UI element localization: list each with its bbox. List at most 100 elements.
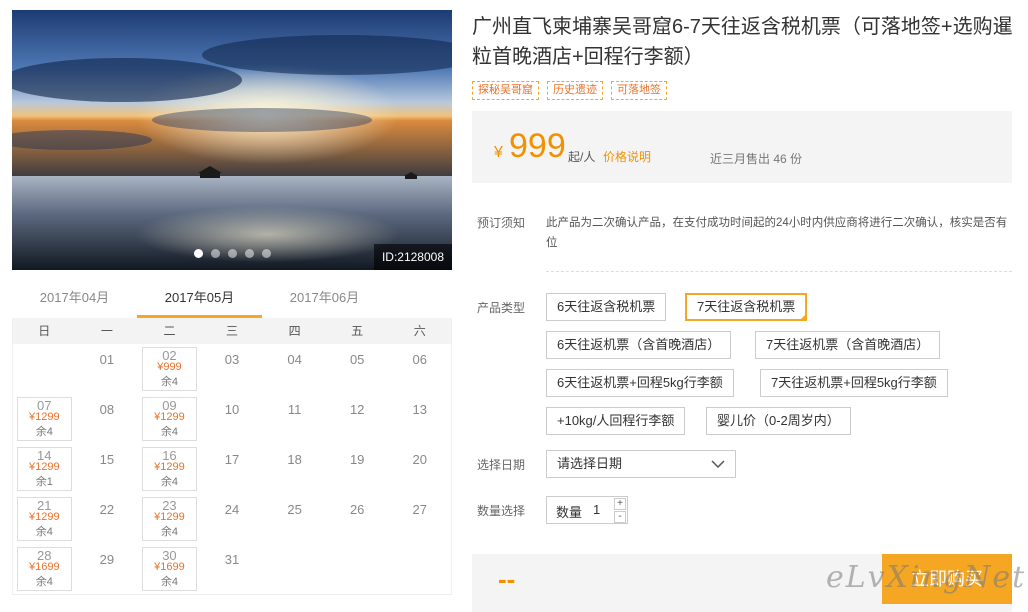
weekday-label: 四: [288, 324, 301, 338]
notice-text: 此产品为二次确认产品，在支付成功时间起的24小时内供应商将进行二次确认，核实是否…: [546, 217, 1008, 249]
weekday-label: 二: [163, 324, 176, 338]
day-price: ¥1299: [154, 411, 185, 423]
price-calendar: 日一二三四五六 01 02 ¥999 余4 03 04 05 06 07 ¥1299 余4 08 09 ¥…: [12, 318, 452, 595]
calendar-day-cell[interactable]: 07 ¥1299 余4: [13, 394, 76, 444]
month-tabs: 2017年04月 2017年05月 2017年06月: [12, 282, 452, 318]
calendar-day-cell: 06: [388, 344, 451, 394]
quantity-minus-button[interactable]: -: [614, 511, 626, 523]
calendar-day-cell: 08: [76, 394, 139, 444]
day-number: 19: [349, 452, 365, 467]
product-type-option[interactable]: +10kg/人回程行李额: [546, 407, 686, 435]
weekday-label: 五: [351, 324, 364, 338]
calendar-day-cell[interactable]: 28 ¥1699 余4: [13, 544, 76, 594]
calendar-day-cell: 22: [76, 494, 139, 544]
day-number: 22: [99, 502, 115, 517]
calendar-day-cell: [388, 544, 451, 594]
calendar-day-cell: 26: [326, 494, 389, 544]
product-title: 广州直飞柬埔寨吴哥窟6-7天往返含税机票（可落地签+选购暹粒首晚酒店+回程行李额…: [472, 16, 1013, 68]
calendar-day-cell: 11: [263, 394, 326, 444]
day-stock: 余4: [160, 526, 178, 538]
day-number: 05: [349, 352, 365, 367]
price-box: ¥ 999 起/人 价格说明 近三月售出 46 份: [472, 111, 1012, 183]
day-price: ¥999: [157, 361, 182, 373]
day-price: ¥1299: [28, 461, 60, 473]
product-tag: 探秘吴哥窟: [472, 81, 539, 100]
calendar-day-cell[interactable]: 30 ¥1699 余4: [138, 544, 201, 594]
calendar-day-cell: 03: [201, 344, 264, 394]
calendar-week-row: 14 ¥1299 余1 15 16 ¥1299 余4 17 18 19 20: [13, 444, 451, 494]
price-currency: ¥: [494, 144, 503, 161]
image-id-badge: ID:2128008: [373, 244, 452, 270]
total-price: --: [498, 564, 516, 594]
site-watermark: eLvXingNet: [826, 560, 1027, 595]
day-number: 26: [349, 502, 365, 517]
product-type-option[interactable]: 7天往返含税机票: [685, 293, 808, 321]
day-stock: 余4: [35, 576, 53, 588]
calendar-day-cell[interactable]: 14 ¥1299 余1: [13, 444, 76, 494]
day-stock: 余4: [35, 426, 53, 438]
product-tag: 可落地签: [611, 81, 667, 100]
day-price: ¥1299: [28, 411, 60, 423]
day-stock: 余4: [160, 576, 178, 588]
day-number: 29: [99, 552, 115, 567]
day-stock: 余4: [160, 426, 178, 438]
day-number: 01: [99, 352, 115, 367]
calendar-day-cell: 13: [388, 394, 451, 444]
day-number: 12: [349, 402, 365, 417]
calendar-day-cell: 24: [201, 494, 264, 544]
month-tab[interactable]: 2017年04月: [12, 282, 137, 318]
calendar-week-row: 21 ¥1299 余4 22 23 ¥1299 余4 24 25 26 27: [13, 494, 451, 544]
product-image[interactable]: ID:2128008: [12, 10, 452, 270]
quantity-row-label: 数量选择: [477, 504, 526, 518]
calendar-day-cell[interactable]: 02 ¥999 余4: [138, 344, 201, 394]
calendar-day-cell[interactable]: 09 ¥1299 余4: [138, 394, 201, 444]
calendar-day-cell: 27: [388, 494, 451, 544]
calendar-day-cell[interactable]: 21 ¥1299 余4: [13, 494, 76, 544]
quantity-input[interactable]: 1: [593, 502, 600, 517]
calendar-day-cell: [326, 544, 389, 594]
weekday-label: 一: [100, 324, 113, 338]
calendar-day-cell: 17: [201, 444, 264, 494]
month-tab[interactable]: 2017年05月: [137, 282, 262, 318]
day-number: 08: [99, 402, 115, 417]
divider: [546, 271, 1012, 272]
day-stock: 余1: [35, 476, 53, 488]
product-type-option[interactable]: 6天往返机票+回程5kg行李额: [546, 369, 734, 397]
date-select[interactable]: 请选择日期: [546, 450, 736, 478]
product-type-option[interactable]: 6天往返机票（含首晚酒店）: [546, 331, 732, 359]
slide-dot[interactable]: [193, 249, 203, 258]
slide-dot[interactable]: [244, 249, 254, 258]
product-type-option[interactable]: 6天往返含税机票: [546, 293, 667, 321]
day-number: 04: [287, 352, 302, 367]
calendar-day-cell: 25: [263, 494, 326, 544]
day-stock: 余4: [160, 476, 178, 488]
day-price: ¥1299: [28, 511, 60, 523]
slide-dot[interactable]: [210, 249, 220, 258]
notice-label: 预订须知: [477, 216, 526, 230]
date-select-value: 请选择日期: [557, 456, 623, 471]
day-number: 11: [287, 402, 302, 417]
day-number: 24: [224, 502, 240, 517]
month-tab[interactable]: 2017年06月: [262, 282, 387, 318]
calendar-weekday-header: 日一二三四五六: [13, 318, 451, 344]
slide-dot[interactable]: [227, 249, 237, 258]
price-explain-link[interactable]: 价格说明: [603, 148, 651, 165]
calendar-day-cell[interactable]: 16 ¥1299 余4: [138, 444, 201, 494]
product-type-option[interactable]: 7天往返机票（含首晚酒店）: [755, 331, 941, 359]
day-price: ¥1299: [154, 511, 185, 523]
calendar-day-cell[interactable]: 23 ¥1299 余4: [138, 494, 201, 544]
quantity-plus-button[interactable]: +: [614, 498, 626, 510]
product-type-option[interactable]: 7天往返机票+回程5kg行李额: [760, 369, 948, 397]
calendar-day-cell: 10: [201, 394, 264, 444]
day-number: 13: [412, 402, 427, 417]
product-tags: 探秘吴哥窟 历史遗迹 可落地签: [472, 81, 667, 100]
product-type-label: 产品类型: [477, 301, 526, 315]
day-number: 27: [412, 502, 427, 517]
day-stock: 余4: [35, 526, 53, 538]
calendar-week-row: 01 02 ¥999 余4 03 04 05 06: [13, 344, 451, 394]
day-number: 17: [224, 452, 240, 467]
product-type-option[interactable]: 婴儿价（0-2周岁内）: [706, 407, 851, 435]
slide-dot[interactable]: [261, 249, 271, 258]
calendar-day-cell: 18: [263, 444, 326, 494]
product-tag: 历史遗迹: [547, 81, 603, 100]
